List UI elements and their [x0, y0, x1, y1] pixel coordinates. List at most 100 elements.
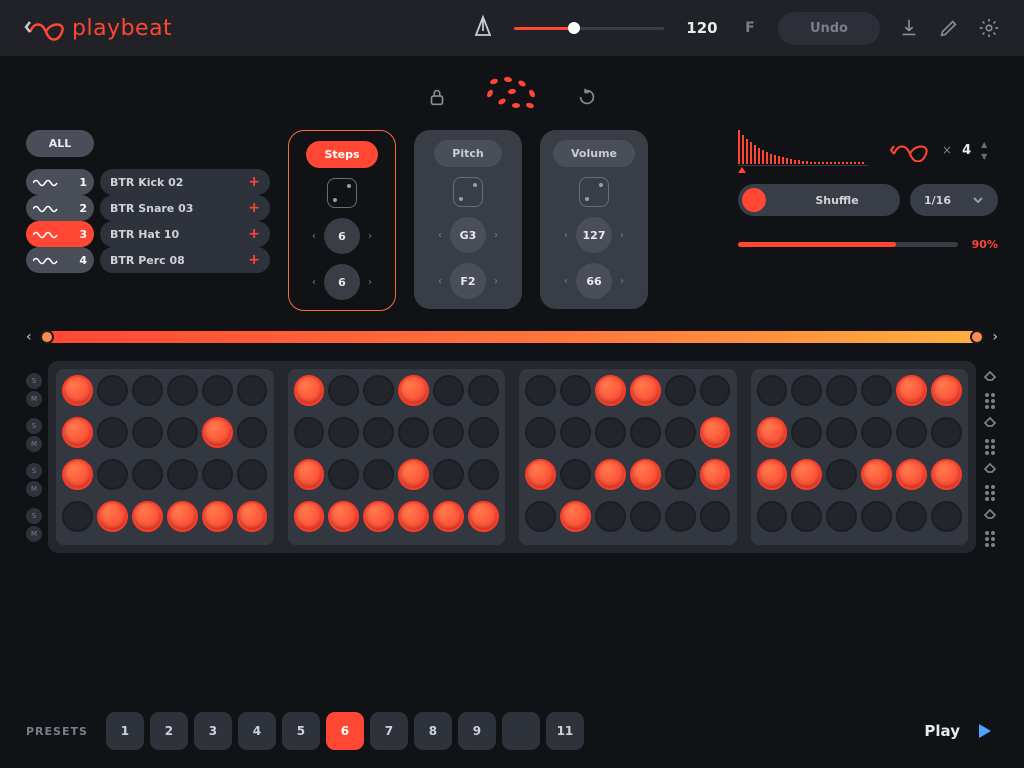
- pitch-value-2[interactable]: ‹F2›: [438, 263, 498, 299]
- step[interactable]: [896, 459, 927, 490]
- volume-dice[interactable]: [579, 177, 609, 207]
- step[interactable]: [665, 375, 696, 406]
- step[interactable]: [826, 417, 857, 448]
- step[interactable]: [97, 417, 128, 448]
- step[interactable]: [398, 459, 429, 490]
- mute-1[interactable]: M: [26, 391, 42, 407]
- step[interactable]: [294, 375, 325, 406]
- play-button[interactable]: [970, 717, 998, 745]
- step[interactable]: [525, 417, 556, 448]
- track-name-2[interactable]: BTR Snare 03+: [100, 195, 270, 221]
- step[interactable]: [97, 375, 128, 406]
- steps-tab[interactable]: Steps: [306, 141, 377, 168]
- timeline-next[interactable]: ›: [992, 329, 998, 345]
- mute-2[interactable]: M: [26, 436, 42, 452]
- step[interactable]: [700, 501, 731, 532]
- step[interactable]: [167, 417, 198, 448]
- follow-mode[interactable]: F: [740, 20, 760, 36]
- timeline-handle-left[interactable]: [40, 330, 54, 344]
- step[interactable]: [861, 375, 892, 406]
- step[interactable]: [525, 501, 556, 532]
- step[interactable]: [237, 501, 268, 532]
- step[interactable]: [560, 459, 591, 490]
- step[interactable]: [630, 501, 661, 532]
- step[interactable]: [363, 501, 394, 532]
- step[interactable]: [294, 417, 325, 448]
- velocity-graph[interactable]: [738, 130, 868, 170]
- drag-row-4[interactable]: [985, 531, 995, 547]
- step[interactable]: [167, 375, 198, 406]
- step[interactable]: [62, 375, 93, 406]
- preset-10[interactable]: .: [502, 712, 540, 750]
- step[interactable]: [665, 501, 696, 532]
- step[interactable]: [433, 501, 464, 532]
- step[interactable]: [560, 375, 591, 406]
- step[interactable]: [826, 375, 857, 406]
- step[interactable]: [525, 459, 556, 490]
- timeline-prev[interactable]: ‹: [26, 329, 32, 345]
- all-tracks-button[interactable]: ALL: [26, 130, 94, 157]
- step[interactable]: [62, 501, 93, 532]
- solo-2[interactable]: S: [26, 418, 42, 434]
- step[interactable]: [757, 375, 788, 406]
- step[interactable]: [202, 459, 233, 490]
- loop-stepper[interactable]: ▲▼: [981, 140, 987, 161]
- step[interactable]: [757, 417, 788, 448]
- preset-11[interactable]: 11: [546, 712, 584, 750]
- randomize-icon[interactable]: [482, 77, 542, 117]
- step[interactable]: [328, 501, 359, 532]
- preset-8[interactable]: 8: [414, 712, 452, 750]
- volume-value-2[interactable]: ‹66›: [564, 263, 624, 299]
- step[interactable]: [468, 501, 499, 532]
- step[interactable]: [630, 459, 661, 490]
- settings-icon[interactable]: [978, 17, 1000, 39]
- step[interactable]: [896, 375, 927, 406]
- preset-3[interactable]: 3: [194, 712, 232, 750]
- step[interactable]: [560, 501, 591, 532]
- lock-icon[interactable]: [426, 86, 448, 108]
- step[interactable]: [931, 375, 962, 406]
- step[interactable]: [433, 417, 464, 448]
- add-icon[interactable]: +: [248, 174, 260, 190]
- step[interactable]: [62, 417, 93, 448]
- step[interactable]: [757, 501, 788, 532]
- undo-circular-icon[interactable]: [576, 86, 598, 108]
- volume-tab[interactable]: Volume: [553, 140, 635, 167]
- solo-4[interactable]: S: [26, 508, 42, 524]
- step[interactable]: [294, 459, 325, 490]
- step[interactable]: [363, 375, 394, 406]
- step[interactable]: [931, 417, 962, 448]
- step[interactable]: [826, 459, 857, 490]
- step[interactable]: [398, 501, 429, 532]
- add-icon[interactable]: +: [248, 200, 260, 216]
- preset-5[interactable]: 5: [282, 712, 320, 750]
- step[interactable]: [665, 417, 696, 448]
- probability-slider[interactable]: [738, 242, 958, 247]
- loop-count[interactable]: 4: [962, 143, 971, 158]
- step[interactable]: [826, 501, 857, 532]
- preset-4[interactable]: 4: [238, 712, 276, 750]
- pitch-tab[interactable]: Pitch: [434, 140, 501, 167]
- track-name-4[interactable]: BTR Perc 08+: [100, 247, 270, 273]
- step[interactable]: [328, 417, 359, 448]
- edit-icon[interactable]: [938, 17, 960, 39]
- pitch-dice[interactable]: [453, 177, 483, 207]
- step[interactable]: [237, 417, 268, 448]
- step[interactable]: [398, 375, 429, 406]
- add-icon[interactable]: +: [248, 226, 260, 242]
- drag-row-1[interactable]: [985, 393, 995, 409]
- step[interactable]: [525, 375, 556, 406]
- erase-row-2[interactable]: [982, 413, 998, 433]
- step[interactable]: [328, 459, 359, 490]
- step[interactable]: [398, 417, 429, 448]
- step[interactable]: [700, 375, 731, 406]
- drag-row-3[interactable]: [985, 485, 995, 501]
- mute-3[interactable]: M: [26, 481, 42, 497]
- track-toggle-1[interactable]: 1: [26, 169, 94, 195]
- step[interactable]: [931, 501, 962, 532]
- step[interactable]: [433, 375, 464, 406]
- rate-select[interactable]: 1/16: [910, 184, 998, 216]
- timeline-handle-right[interactable]: [970, 330, 984, 344]
- step[interactable]: [132, 501, 163, 532]
- shuffle-button[interactable]: Shuffle: [738, 184, 900, 216]
